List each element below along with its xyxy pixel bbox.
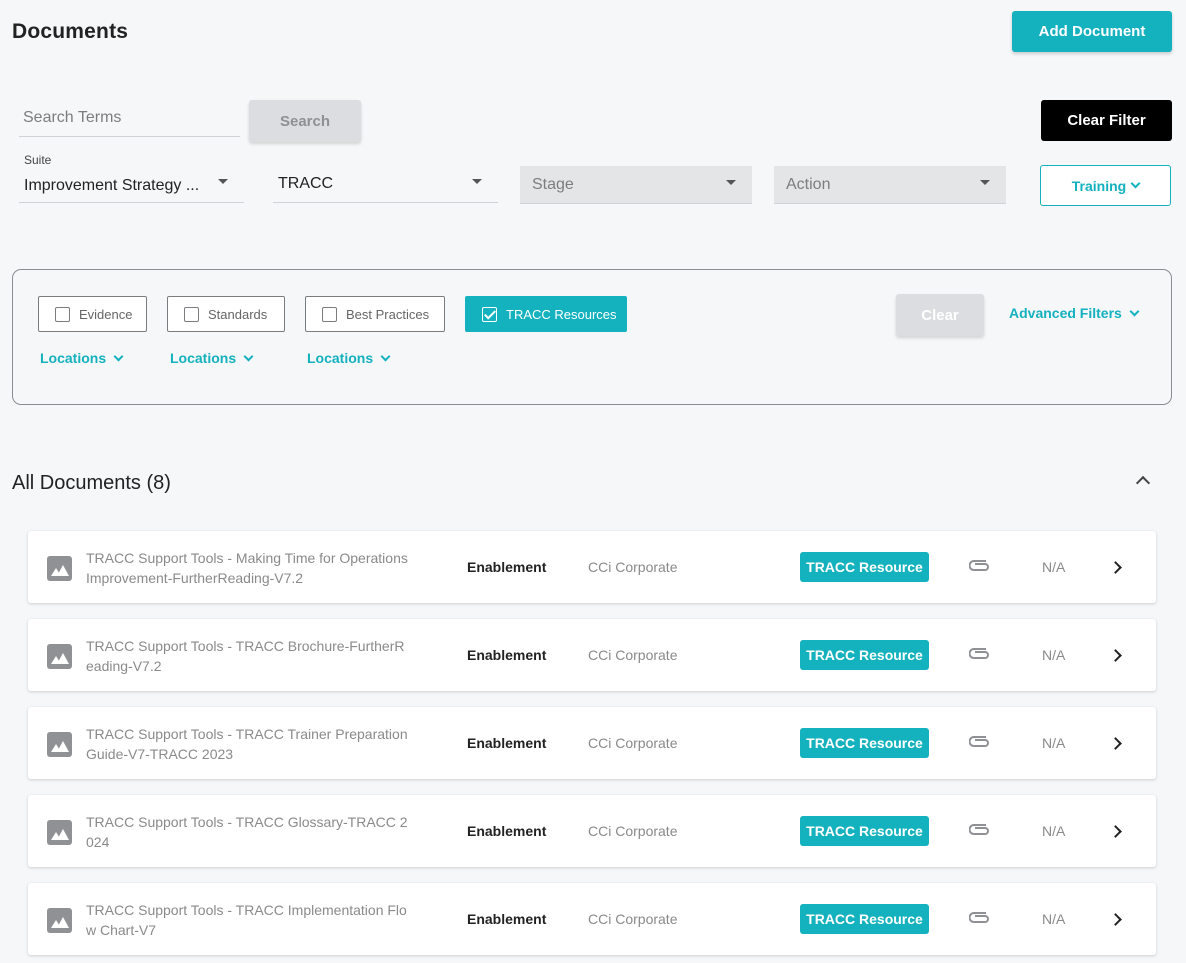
paperclip-icon[interactable] [969,912,991,926]
document-organization: CCi Corporate [588,823,678,839]
document-status: N/A [1042,911,1066,927]
chevron-right-icon[interactable] [1109,737,1122,750]
filter-chip-standards[interactable]: Standards [167,296,285,332]
chevron-right-icon[interactable] [1109,913,1122,926]
document-row[interactable]: TRACC Support Tools - TRACC Trainer Prep… [28,707,1156,779]
search-button[interactable]: Search [249,100,361,142]
document-name: TRACC Support Tools - TRACC Brochure-Fur… [86,638,405,674]
caret-down-icon [218,179,228,184]
chevron-down-icon [1130,178,1141,189]
chevron-down-icon [1129,306,1140,316]
document-name: TRACC Support Tools - TRACC Glossary-TRA… [86,814,408,850]
add-document-button[interactable]: Add Document [1012,11,1172,52]
document-status: N/A [1042,647,1066,663]
document-organization: CCi Corporate [588,559,678,575]
clear-button[interactable]: Clear [896,294,984,336]
suite-select[interactable]: Improvement Strategy ... [19,172,244,203]
document-type-badge: TRACC Resource [800,552,929,582]
chevron-down-icon [113,351,124,361]
filter-chip-label: TRACC Resources [506,306,617,322]
paperclip-icon[interactable] [969,560,991,574]
locations-dropdown-2[interactable]: Locations [170,350,254,366]
image-icon [47,732,72,757]
image-icon [47,908,72,933]
document-type-badge: TRACC Resource [800,904,929,934]
clear-filter-button[interactable]: Clear Filter [1041,100,1172,141]
document-row[interactable]: TRACC Support Tools - TRACC Brochure-Fur… [28,619,1156,691]
document-status: N/A [1042,735,1066,751]
paperclip-icon[interactable] [969,648,991,662]
search-field[interactable] [19,100,240,137]
locations-dropdown-1[interactable]: Locations [40,350,124,366]
document-status: N/A [1042,823,1066,839]
checkbox-icon [322,306,337,322]
paperclip-icon[interactable] [969,824,991,838]
caret-down-icon [980,180,990,185]
caret-down-icon [472,179,482,184]
chevron-down-icon [243,351,254,361]
document-category: Enablement [467,911,547,927]
chevron-right-icon[interactable] [1109,561,1122,574]
filter-chip-best-practices[interactable]: Best Practices [305,296,445,332]
checkbox-icon [184,306,199,322]
filter-chip-label: Best Practices [346,306,430,322]
chevron-up-icon[interactable] [1135,475,1151,491]
training-button[interactable]: Training [1040,165,1171,206]
locations-dropdown-3[interactable]: Locations [307,350,391,366]
chevron-right-icon[interactable] [1109,825,1122,838]
search-input[interactable] [19,100,240,136]
chevron-down-icon [380,351,391,361]
image-icon [47,644,72,669]
document-name: TRACC Support Tools - TRACC Implementati… [86,902,407,938]
stage-select[interactable]: Stage [520,166,752,204]
caret-down-icon [726,180,736,185]
suite-select-value: Improvement Strategy ... [24,177,200,194]
advanced-filters-label: Advanced Filters [1009,305,1122,321]
tracc-select[interactable]: TRACC [273,170,498,203]
image-icon [47,820,72,845]
document-row[interactable]: TRACC Support Tools - Making Time for Op… [28,531,1156,603]
document-category: Enablement [467,559,547,575]
document-category: Enablement [467,823,547,839]
filter-chip-label: Evidence [79,306,133,322]
locations-label: Locations [307,350,374,366]
document-organization: CCi Corporate [588,735,678,751]
document-organization: CCi Corporate [588,911,678,927]
section-title: All Documents (8) [12,472,171,494]
document-category: Enablement [467,647,547,663]
paperclip-icon[interactable] [969,736,991,750]
page-title: Documents [12,20,129,43]
filter-chip-label: Standards [208,306,268,322]
document-category: Enablement [467,735,547,751]
document-name: TRACC Support Tools - TRACC Trainer Prep… [86,726,408,762]
filter-chip-tracc-resources[interactable]: TRACC Resources [465,296,627,332]
document-type-badge: TRACC Resource [800,640,929,670]
document-name: TRACC Support Tools - Making Time for Op… [86,550,408,586]
action-select-placeholder: Action [786,176,831,193]
document-type-badge: TRACC Resource [800,816,929,846]
document-row[interactable]: TRACC Support Tools - TRACC Implementati… [28,883,1156,955]
locations-label: Locations [40,350,107,366]
image-icon [47,556,72,581]
document-row[interactable]: TRACC Support Tools - TRACC Glossary-TRA… [28,795,1156,867]
chevron-right-icon[interactable] [1109,649,1122,662]
tracc-select-value: TRACC [278,175,334,192]
suite-label: Suite [24,153,52,167]
filter-panel: Evidence Standards Best Practices TRACC … [12,269,1172,405]
filter-chip-evidence[interactable]: Evidence [38,296,147,332]
checkbox-checked-icon [482,306,497,322]
document-organization: CCi Corporate [588,647,678,663]
stage-select-placeholder: Stage [532,176,574,193]
document-status: N/A [1042,559,1066,575]
action-select[interactable]: Action [774,166,1006,204]
advanced-filters-toggle[interactable]: Advanced Filters [1009,305,1140,321]
locations-label: Locations [170,350,237,366]
document-type-badge: TRACC Resource [800,728,929,758]
checkbox-icon [55,306,70,322]
training-button-label: Training [1071,177,1127,194]
